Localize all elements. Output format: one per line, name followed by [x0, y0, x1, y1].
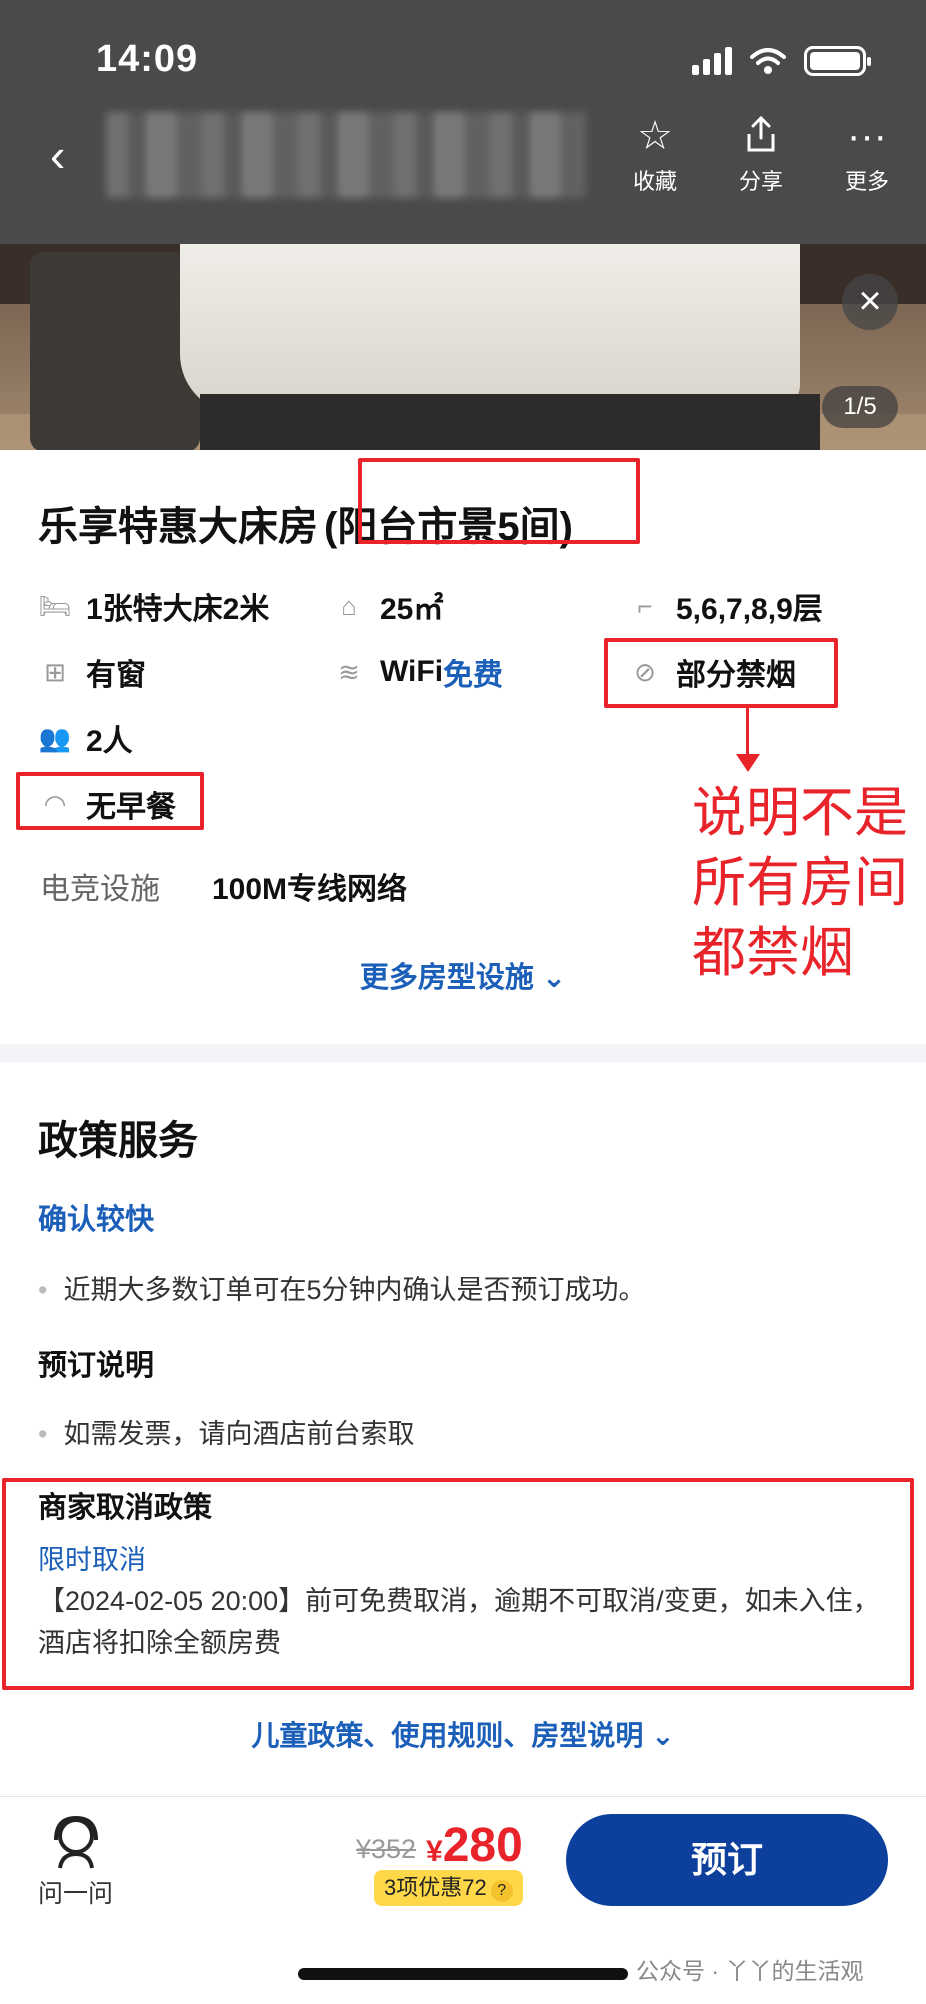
- room-photo[interactable]: [0, 244, 926, 450]
- watermark: 公众号 · 丫丫的生活观: [636, 1958, 864, 1984]
- annotation-arrow-head: [736, 754, 760, 772]
- discount-badge[interactable]: 3项优惠72?: [374, 1870, 523, 1906]
- book-button[interactable]: 预订: [566, 1814, 888, 1906]
- confirm-fast-title: 确认较快: [38, 1204, 155, 1236]
- more-button[interactable]: ··· 更多: [822, 114, 912, 196]
- highlight-box-breakfast: [16, 772, 204, 830]
- back-button[interactable]: ‹: [50, 128, 65, 182]
- current-price: ¥280: [426, 1818, 523, 1873]
- facility-wifi-free: 免费: [443, 659, 504, 692]
- original-price: ¥352: [356, 1834, 417, 1864]
- facility-guests: 👥 2人: [38, 716, 133, 760]
- favorite-button[interactable]: ☆ 收藏: [610, 114, 700, 196]
- share-icon: [716, 114, 806, 160]
- status-time: 14:09: [96, 38, 199, 80]
- star-icon: ☆: [637, 114, 673, 158]
- photo-counter: 1/5: [822, 386, 898, 428]
- facility-area-text: 25㎡: [380, 593, 444, 626]
- facility-floor: ⌐ 5,6,7,8,9层: [628, 584, 823, 628]
- share-label: 分享: [738, 169, 783, 194]
- booking-note-text: 如需发票，请向酒店前台索取: [38, 1412, 414, 1451]
- wifi-icon: [750, 48, 786, 74]
- home-indicator: [298, 1968, 628, 1980]
- facility-wifi-text: WiFi: [380, 655, 444, 688]
- facility-bed: 🛏 1张特大床2米: [38, 584, 269, 628]
- highlight-box-smoking: [604, 638, 838, 708]
- booking-note-title: 预订说明: [38, 1350, 155, 1382]
- facility-window-text: 有窗: [86, 659, 146, 692]
- bed-icon: 🛏: [38, 590, 72, 621]
- confirm-fast-text: 近期大多数订单可在5分钟内确认是否预订成功。: [38, 1268, 645, 1307]
- facility-floor-text: 5,6,7,8,9层: [676, 593, 823, 626]
- more-icon: ···: [847, 114, 887, 158]
- more-facilities-link[interactable]: 更多房型设施 ⌄: [0, 954, 926, 996]
- highlight-box-cancel-policy: [2, 1478, 914, 1690]
- close-photo-button[interactable]: ×: [842, 274, 898, 330]
- facility-area: ⌂ 25㎡: [332, 584, 443, 628]
- more-policies-link[interactable]: 儿童政策、使用规则、房型说明 ⌄: [0, 1714, 926, 1754]
- facility-wifi: ≋ WiFi 免费: [332, 650, 503, 694]
- price-currency: ¥: [426, 1835, 443, 1868]
- signal-icon: [692, 47, 732, 75]
- house-icon: ⌂: [341, 590, 357, 621]
- battery-icon: [804, 46, 871, 76]
- customer-service-icon[interactable]: [46, 1814, 106, 1872]
- people-icon: 👥: [38, 722, 72, 753]
- annotation-arrow: [746, 706, 749, 758]
- more-label: 更多: [844, 169, 889, 194]
- stairs-icon: ⌐: [637, 590, 653, 621]
- facility-guests-text: 2人: [86, 725, 133, 758]
- help-icon: ?: [490, 1880, 513, 1902]
- room-name: 乐享特惠大床房: [38, 505, 318, 549]
- discount-text: 3项优惠72: [384, 1875, 487, 1900]
- window-icon: ⊞: [44, 656, 66, 687]
- favorite-label: 收藏: [632, 169, 677, 194]
- policy-heading: 政策服务: [38, 1119, 198, 1163]
- highlight-box-room-count: [358, 458, 640, 544]
- ask-label[interactable]: 问一问: [38, 1874, 113, 1910]
- esports-value: 100M专线网络: [212, 873, 408, 906]
- wifi-small-icon: ≋: [338, 656, 360, 687]
- esports-label: 电竞设施: [40, 873, 160, 906]
- facility-window: ⊞ 有窗: [38, 650, 146, 694]
- section-divider: [0, 1044, 926, 1062]
- facility-bed-text: 1张特大床2米: [86, 593, 270, 626]
- hotel-name-blurred: [106, 112, 586, 198]
- status-icons: [692, 46, 871, 76]
- price-amount: 280: [442, 1819, 523, 1872]
- share-button[interactable]: 分享: [716, 114, 806, 196]
